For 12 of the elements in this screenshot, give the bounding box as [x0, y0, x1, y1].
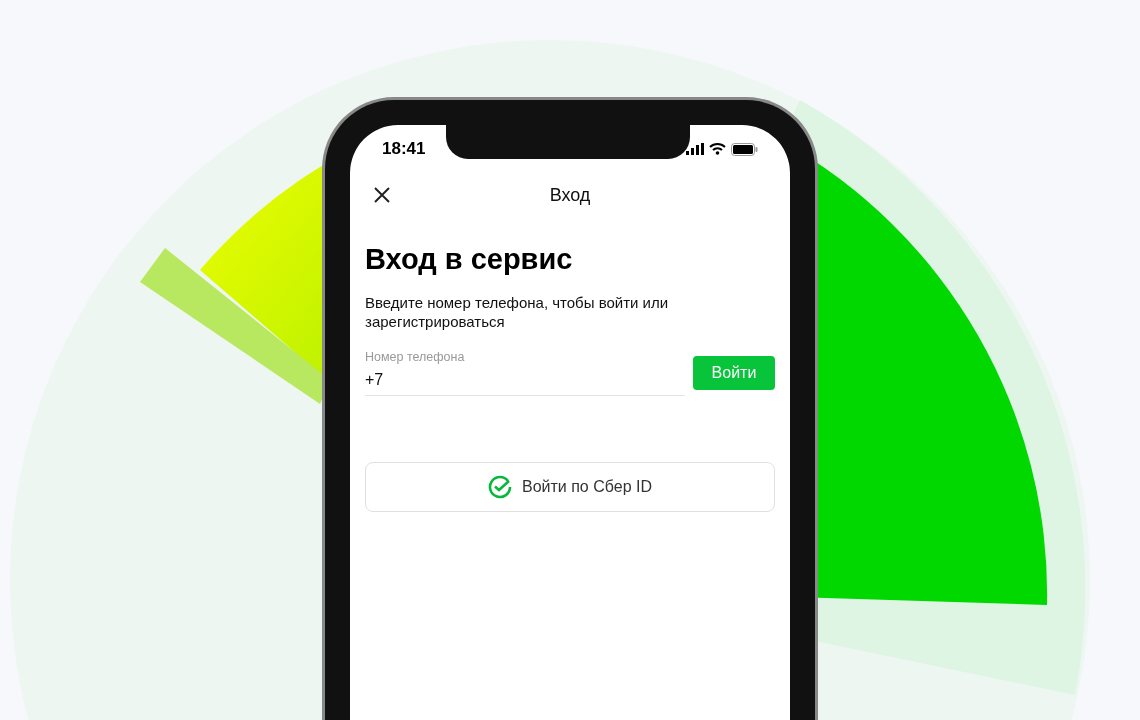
screen-title: Вход	[549, 183, 591, 207]
description-text: Введите номер телефона, чтобы войти или зарегистрироваться	[365, 293, 670, 331]
page-heading: Вход в сервис	[365, 242, 574, 277]
wifi-icon	[709, 143, 726, 155]
checkmark-circle-icon	[488, 475, 512, 499]
sber-id-button[interactable]: Войти по Сбер ID	[365, 462, 775, 512]
signal-icon	[686, 143, 704, 155]
status-time: 18:41	[382, 138, 426, 161]
field-label: Номер телефона	[365, 349, 466, 365]
battery-icon	[731, 142, 758, 156]
phone-field[interactable]: +7	[365, 369, 685, 391]
close-icon	[373, 186, 391, 204]
